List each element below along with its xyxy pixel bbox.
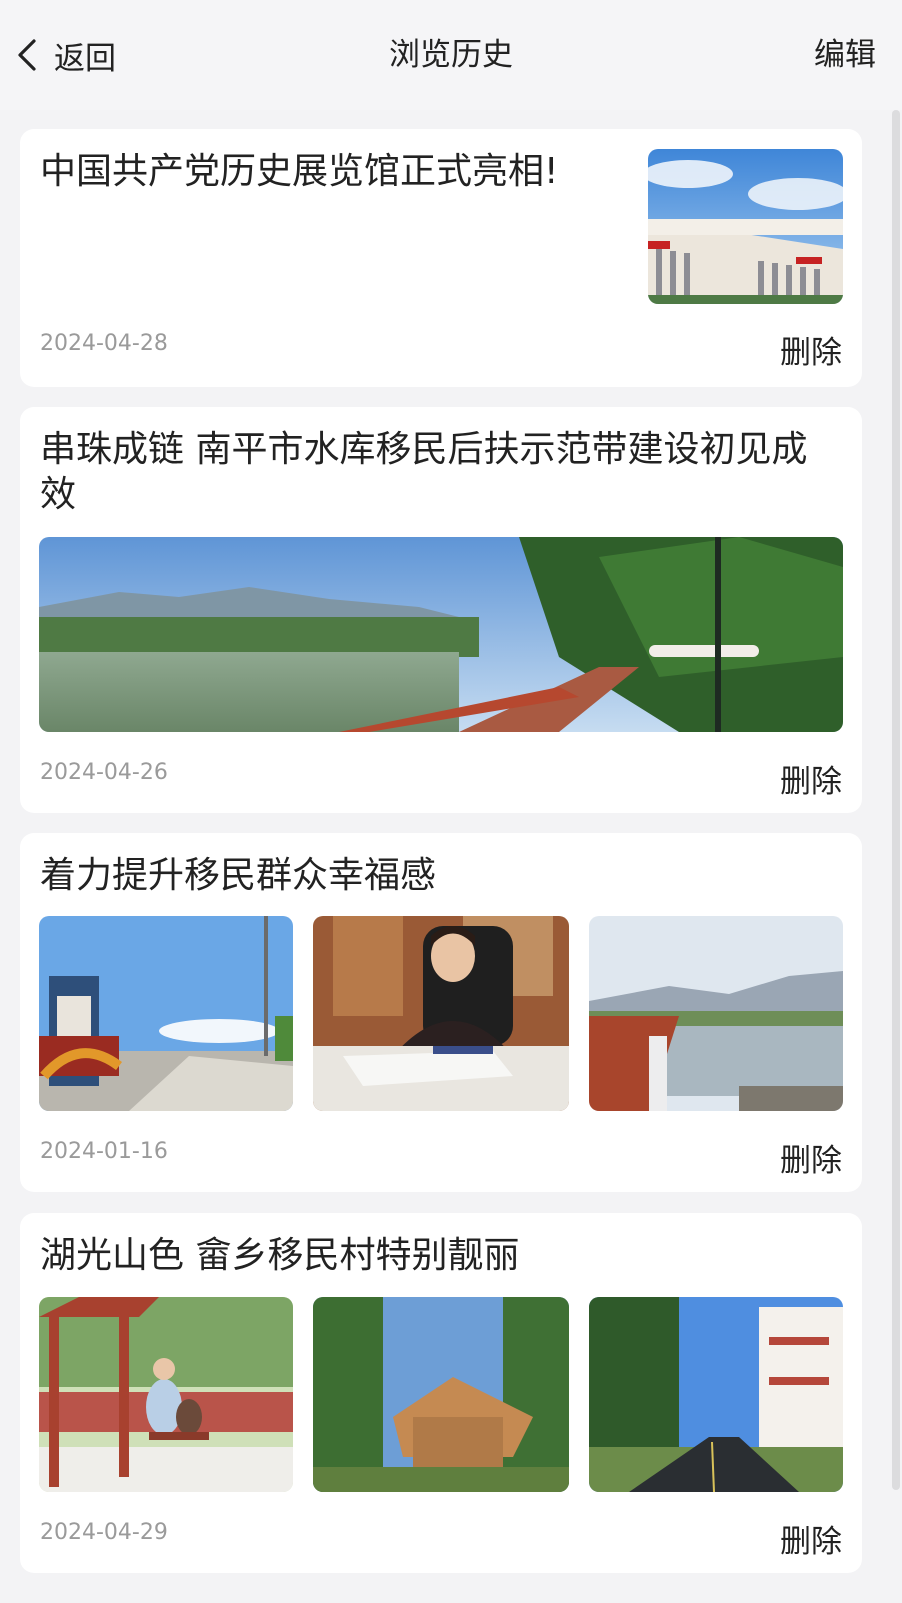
delete-button[interactable]: 删除	[780, 1516, 842, 1561]
edit-button[interactable]: 编辑	[814, 34, 876, 76]
visit-date: 2024-04-28	[40, 331, 168, 356]
history-list[interactable]: 中国共产党历史展览馆正式亮相! 2024-04-28 删除 串珠成链 南平市水库…	[0, 110, 902, 1603]
delete-button[interactable]: 删除	[780, 1135, 842, 1180]
museum-building-photo	[648, 149, 843, 304]
swing-mother-child-photo	[39, 1297, 293, 1492]
history-item[interactable]: 湖光山色 畲乡移民村特别靓丽 2024-04-29 删除	[20, 1213, 862, 1573]
article-title: 串珠成链 南平市水库移民后扶示范带建设初见成效	[40, 429, 808, 515]
history-item[interactable]: 串珠成链 南平市水库移民后扶示范带建设初见成效 2024-04-26 删除	[20, 407, 862, 813]
delete-button[interactable]: 删除	[780, 756, 842, 801]
page-title: 浏览历史	[389, 37, 513, 73]
visit-date: 2024-04-26	[40, 760, 168, 785]
lakeside-railing-photo	[589, 916, 843, 1111]
scrollbar[interactable]	[892, 110, 900, 1490]
history-item[interactable]: 着力提升移民群众幸福感 2024-01-16 删除	[20, 833, 862, 1192]
visit-date: 2024-01-16	[40, 1139, 168, 1164]
visit-date: 2024-04-29	[40, 1520, 168, 1545]
article-title: 着力提升移民群众幸福感	[40, 855, 437, 896]
village-gate-road-photo	[39, 916, 293, 1111]
woman-reading-documents-photo	[313, 916, 569, 1111]
delete-button[interactable]: 删除	[780, 327, 842, 372]
navigation-bar: 返回 浏览历史 编辑	[0, 0, 902, 110]
river-walkway-panorama-photo	[39, 537, 843, 732]
village-street-photo	[589, 1297, 843, 1492]
wooden-pavilion-photo	[313, 1297, 569, 1492]
article-title: 中国共产党历史展览馆正式亮相!	[40, 151, 559, 192]
article-title: 湖光山色 畲乡移民村特别靓丽	[40, 1235, 520, 1276]
history-item[interactable]: 中国共产党历史展览馆正式亮相! 2024-04-28 删除	[20, 129, 862, 387]
